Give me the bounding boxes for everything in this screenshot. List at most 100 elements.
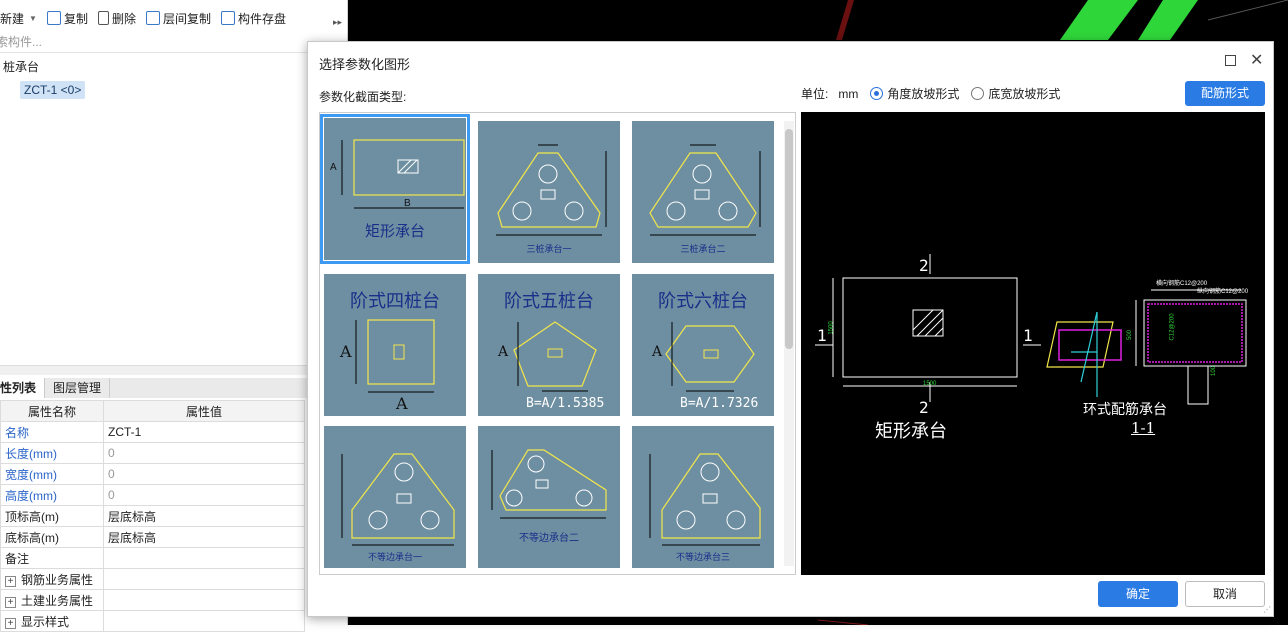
floor-copy-label: 层间复制 <box>162 11 211 26</box>
rebar-form-button[interactable]: 配筋形式 <box>1185 81 1265 106</box>
maximize-icon[interactable] <box>1225 55 1236 66</box>
delete-label: 删除 <box>111 11 136 26</box>
scroll-thumb[interactable] <box>785 129 793 349</box>
table-row[interactable]: 名称 ZCT-1 <box>0 421 305 443</box>
save-component-button[interactable]: 构件存盘 <box>220 10 286 27</box>
prop-value <box>103 589 305 611</box>
tile-caption: 不等边承台一 <box>367 552 422 562</box>
shape-tile-unequal-3[interactable]: 不等边承台三 <box>632 426 774 568</box>
dim-a: A <box>340 342 352 361</box>
green-shape <box>1138 0 1198 40</box>
expand-icon[interactable]: + <box>5 617 16 629</box>
preview-drawing <box>815 254 1247 405</box>
table-row[interactable]: 高度(mm) 0 <box>0 484 305 506</box>
delete-button[interactable]: 删除 <box>97 10 136 27</box>
chevron-down-icon[interactable]: ▼ <box>29 14 37 23</box>
shape-tile-unequal-1[interactable]: 不等边承台一 <box>324 426 466 568</box>
cad-line <box>817 619 869 625</box>
shape-tile-three-pile-2[interactable]: 三桩承台二 <box>632 121 774 263</box>
grid-scrollbar[interactable] <box>784 121 794 566</box>
select-parametric-shape-dialog: 选择参数化图形 ✕ 参数化截面类型: 单位: mm 角度放坡形式 底宽放坡形式 … <box>307 41 1274 617</box>
resize-grip-icon[interactable]: ⋰ <box>1263 605 1271 614</box>
table-row[interactable]: + 显示样式 <box>0 610 305 632</box>
prop-group[interactable]: + 显示样式 <box>0 610 104 632</box>
angle-slope-label[interactable]: 角度放坡形式 <box>887 85 959 102</box>
tile-caption: 三桩承台一 <box>526 244 572 254</box>
prop-name: 备注 <box>0 547 104 569</box>
panel-splitter[interactable] <box>0 365 348 375</box>
new-button[interactable]: 新建 ▼ <box>0 10 37 27</box>
dim-small-2: 100 <box>1211 365 1218 377</box>
preview-section-label: 1-1 <box>1131 419 1156 437</box>
search-placeholder: 索构件... <box>0 35 43 49</box>
angle-slope-radio[interactable] <box>870 87 884 100</box>
cancel-button[interactable]: 取消 <box>1185 581 1265 607</box>
table-row[interactable]: 顶标高(m) 层底标高 <box>0 505 305 527</box>
floor-copy-button[interactable]: 层间复制 <box>145 10 211 27</box>
prop-value[interactable]: 0 <box>103 484 305 506</box>
dim-b: A <box>396 394 408 413</box>
shape-tile-four-pile[interactable]: 阶式四桩台 A A <box>324 274 466 416</box>
prop-group[interactable]: + 土建业务属性 <box>0 589 104 611</box>
prop-value[interactable]: 层底标高 <box>103 526 305 548</box>
dim-a: A <box>498 344 509 360</box>
tab-property-list[interactable]: 性列表 <box>0 378 46 398</box>
table-row[interactable]: 底标高(m) 层底标高 <box>0 526 305 548</box>
expand-icon[interactable]: + <box>5 575 16 587</box>
shape-tile-unequal-2[interactable]: 不等边承台二 <box>478 426 620 568</box>
prop-name: 显示样式 <box>21 614 70 629</box>
prop-value[interactable]: 0 <box>103 463 305 485</box>
cut-mark-right: 1 <box>1023 326 1033 345</box>
ok-button[interactable]: 确定 <box>1098 581 1178 607</box>
prop-name: 土建业务属性 <box>21 593 94 608</box>
tree-item-zct1[interactable]: ZCT-1 <0> <box>20 81 86 99</box>
width-slope-label[interactable]: 底宽放坡形式 <box>988 85 1060 102</box>
unit-row: 单位: mm 角度放坡形式 底宽放坡形式 <box>801 85 1060 102</box>
prop-value <box>103 610 305 632</box>
shape-tile-five-pile[interactable]: 阶式五桩台 A B=A/1.5385 <box>478 274 620 416</box>
prop-name: 长度(mm) <box>0 442 104 464</box>
dialog-title: 选择参数化图形 <box>319 57 411 72</box>
prop-value[interactable]: 0 <box>103 442 305 464</box>
note-side: C12@200 <box>1169 313 1176 341</box>
dim-small: 500 <box>1127 329 1134 341</box>
prop-value[interactable]: 层底标高 <box>103 505 305 527</box>
tree-root-label[interactable]: 桩承台 <box>3 58 39 75</box>
unequal-cap-diagram <box>341 453 455 546</box>
prop-name: 名称 <box>0 421 104 443</box>
prop-value <box>103 568 305 590</box>
table-row[interactable]: 宽度(mm) 0 <box>0 463 305 485</box>
search-input[interactable]: 索构件... <box>0 33 348 53</box>
dim-a: A <box>330 162 337 173</box>
shape-tile-six-pile[interactable]: 阶式六桩台 A B=A/1.7326 <box>632 274 774 416</box>
section-mark-top: 2 <box>919 256 929 275</box>
section-mark-bottom: 2 <box>919 398 929 417</box>
note-vertical: 纵向钢筋C12@200 <box>1197 289 1249 295</box>
table-row[interactable]: 备注 <box>0 547 305 569</box>
width-slope-radio[interactable] <box>971 87 985 100</box>
copy-button[interactable]: 复制 <box>46 10 88 27</box>
save-icon <box>220 11 235 25</box>
cad-line <box>1207 0 1288 21</box>
property-tabs: 性列表 图层管理 <box>0 378 348 398</box>
copy-label: 复制 <box>63 11 88 26</box>
table-row[interactable]: + 钢筋业务属性 <box>0 568 305 590</box>
prop-name: 顶标高(m) <box>0 505 104 527</box>
tab-layer-manager[interactable]: 图层管理 <box>45 378 111 398</box>
expand-icon[interactable]: + <box>5 596 16 608</box>
red-line <box>836 0 854 40</box>
table-row[interactable]: 长度(mm) 0 <box>0 442 305 464</box>
save-label: 构件存盘 <box>237 11 286 26</box>
shape-tile-three-pile-1[interactable]: 三桩承台一 <box>478 121 620 263</box>
table-row[interactable]: + 土建业务属性 <box>0 589 305 611</box>
prop-name: 宽度(mm) <box>0 463 104 485</box>
tile-caption: 矩形承台 <box>364 223 425 240</box>
shape-tile-rect[interactable]: A B 矩形承台 <box>320 114 470 264</box>
formula: B=A/1.5385 <box>526 396 605 411</box>
close-icon[interactable]: ✕ <box>1250 50 1263 70</box>
prop-value[interactable]: ZCT-1 <box>103 421 305 443</box>
prop-group[interactable]: + 钢筋业务属性 <box>0 568 104 590</box>
more-icon[interactable]: ▸▸ <box>333 17 342 28</box>
prop-value[interactable] <box>103 547 305 569</box>
prop-name: 底标高(m) <box>0 526 104 548</box>
